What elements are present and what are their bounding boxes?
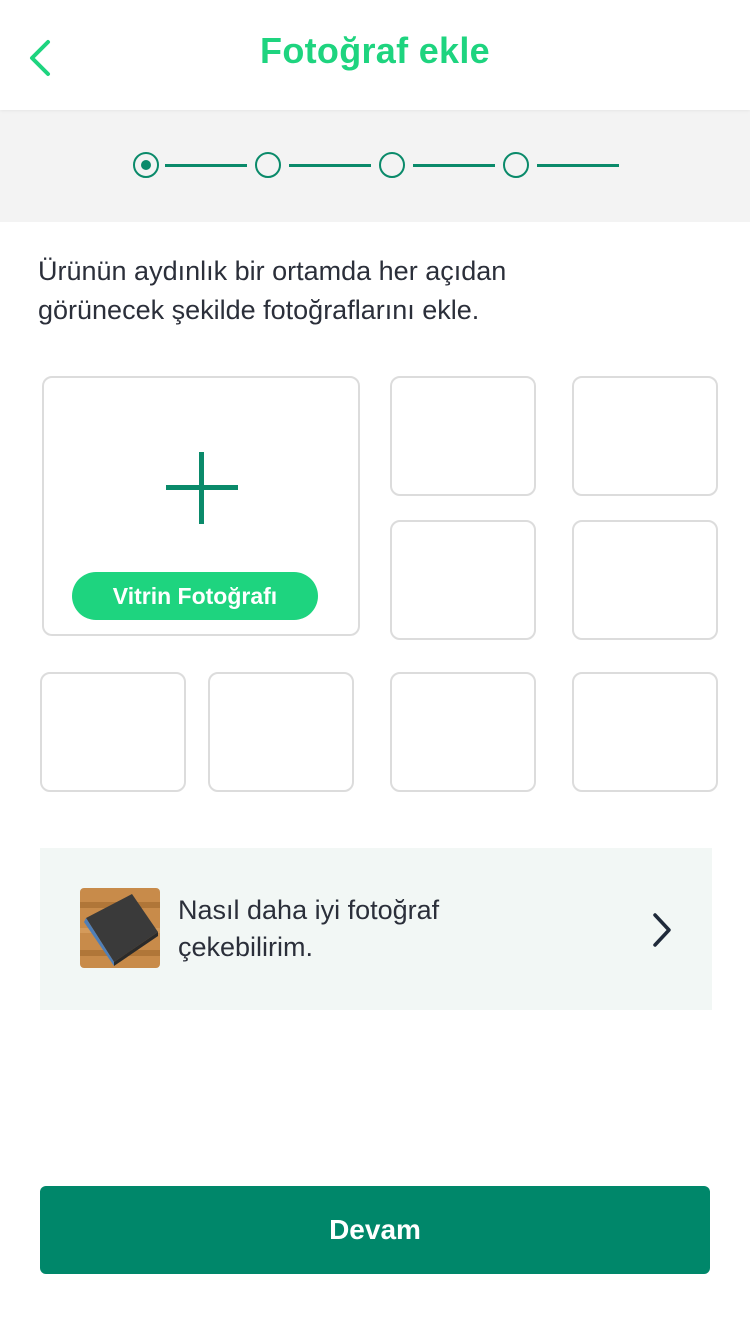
continue-button[interactable]: Devam	[40, 1186, 710, 1274]
step-4-indicator	[503, 152, 529, 178]
header-bar: Fotoğraf ekle	[0, 0, 750, 110]
showcase-photo-badge: Vitrin Fotoğrafı	[72, 572, 318, 620]
photo-slot-8[interactable]	[390, 672, 536, 792]
tip-line-1: Nasıl daha iyi fotoğraf	[178, 895, 440, 925]
photo-slot-7[interactable]	[208, 672, 354, 792]
instructions-line-1: Ürünün aydınlık bir ortamda her açıdan	[38, 256, 507, 286]
photo-slot-3[interactable]	[572, 376, 718, 496]
step-connector	[289, 164, 371, 167]
tip-text: Nasıl daha iyi fotoğraf çekebilirim.	[178, 892, 578, 966]
photo-slot-4[interactable]	[390, 520, 536, 640]
page-title: Fotoğraf ekle	[260, 30, 490, 71]
photo-slot-9[interactable]	[572, 672, 718, 792]
instructions-text: Ürünün aydınlık bir ortamda her açıdan g…	[38, 252, 678, 330]
step-2-indicator	[255, 152, 281, 178]
photo-slot-6[interactable]	[40, 672, 186, 792]
plus-icon	[166, 452, 238, 524]
step-connector	[537, 164, 619, 167]
instructions-line-2: görünecek şekilde fotoğraflarını ekle.	[38, 295, 480, 325]
main-photo-slot[interactable]: Vitrin Fotoğrafı	[42, 376, 360, 636]
progress-stepper	[133, 152, 623, 178]
step-3-indicator	[379, 152, 405, 178]
photo-slot-5[interactable]	[572, 520, 718, 640]
tip-line-2: çekebilirim.	[178, 932, 314, 962]
chevron-right-icon	[653, 913, 671, 947]
step-connector	[165, 164, 247, 167]
photo-tips-card[interactable]: Nasıl daha iyi fotoğraf çekebilirim.	[40, 848, 712, 1010]
photo-slot-2[interactable]	[390, 376, 536, 496]
step-1-indicator	[133, 152, 159, 178]
step-connector	[413, 164, 495, 167]
tip-thumbnail-image	[80, 888, 160, 968]
